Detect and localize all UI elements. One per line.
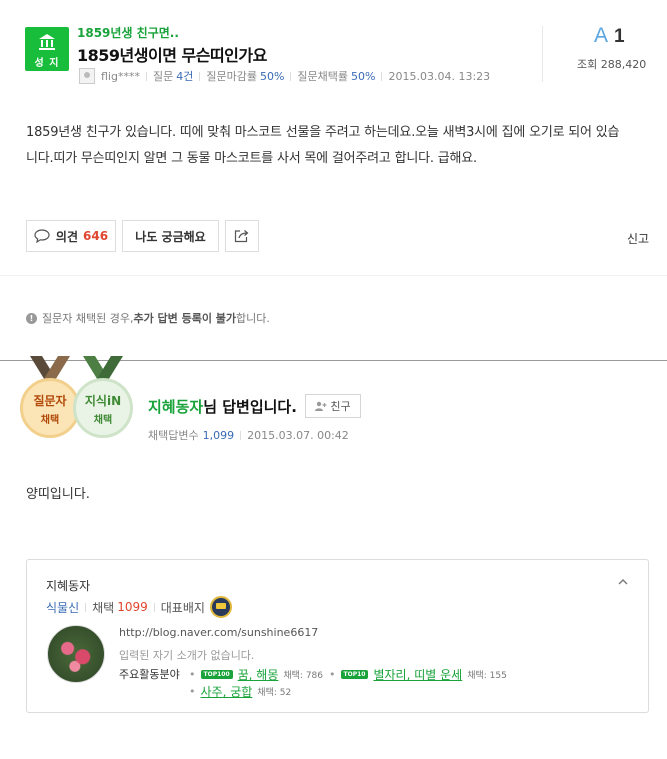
views-value: 288,420 [600,58,647,71]
adoption-notice: ! 질문자 채택된 경우, 추가 답변 등록이 불가 합니다. [26,310,270,326]
view-count: 조회 288,420 [577,56,646,72]
opinion-label: 의견 [55,229,79,244]
user-avatar-icon[interactable] [79,68,95,84]
rank-tag: TOP100 [200,670,233,679]
field-link[interactable]: 꿈, 해몽 [238,666,279,683]
speech-bubble-icon [34,229,50,243]
profile-name[interactable]: 지혜동자 [46,577,90,594]
field-score: 채택: 52 [257,688,292,698]
medal-top-text: 지식iN [84,394,122,408]
question-meta: flig**** 질문 4건 질문마감률 50% 질문채택률 50% 2015.… [79,68,490,84]
question-date: 2015.03.04. 13:23 [388,69,491,83]
profile-intro: 입력된 자기 소개가 없습니다. [119,649,255,662]
answer-title: 지혜동자님 답변입니다. [148,396,297,417]
answer-title-suffix: 님 답변입니다. [203,398,297,416]
medal-bottom-text: 채택 [40,415,60,426]
question-count-label: 질문 [152,70,174,83]
profile-adopt-count: 1099 [117,600,148,614]
report-link[interactable]: 신고 [627,230,649,247]
bullet: • [329,668,336,681]
add-friend-icon [315,401,327,411]
profile-adopt-label: 채택 [92,600,115,615]
share-button[interactable] [225,220,259,252]
field-link[interactable]: 별자리, 띠별 운세 [373,666,462,683]
me-too-curious-button[interactable]: 나도 궁금해요 [122,220,219,252]
badge-label: 대표배지 [160,600,205,615]
building-icon [39,34,55,50]
breadcrumb[interactable]: 1859년생 친구면.. [77,24,179,41]
adopt-count: 1,099 [202,428,235,442]
notice-text-pre: 질문자 채택된 경우, [42,312,134,325]
questioner-adopted-medal: 질문자 채택 [20,378,80,438]
divider [199,71,201,81]
category-icon[interactable]: 성 지 [25,27,69,71]
rank-tag: TOP10 [340,670,369,679]
question-title: 1859년생이면 무슨띠인가요 [77,46,267,65]
notice-text-bold: 추가 답변 등록이 불가 [133,312,237,325]
answer-date: 2015.03.07. 00:42 [247,428,349,442]
question-body: 1859년생 친구가 있습니다. 띠에 맞춰 마스코트 선물을 주려고 하는데요… [26,125,620,166]
activity-fields-label: 주요활동분야 [119,668,180,681]
divider [145,71,147,81]
activity-field: • TOP100 꿈, 해몽 채택: 786 [189,666,323,683]
adopt-rate: 50% [351,69,376,83]
divider [290,71,292,81]
divider [153,602,155,612]
friend-label: 친구 [330,400,351,413]
question-count: 4건 [176,70,194,83]
views-label: 조회 [577,58,598,71]
answer-count-badge: A 1 [594,24,625,48]
opinion-button[interactable]: 의견 646 [26,220,116,252]
bullet: • [189,668,196,681]
answer-letter: A [594,24,609,47]
author-name[interactable]: flig**** [101,70,140,83]
activity-field: • 사주, 궁합 채택: 52 [189,683,291,700]
category-label: 성 지 [34,58,60,69]
header-divider [542,26,543,82]
bullet: • [189,685,196,698]
opinion-count: 646 [83,229,109,243]
activity-field: • TOP10 별자리, 띠별 운세 채택: 155 [329,666,507,683]
medal-bottom-text: 채택 [93,415,113,426]
collapse-chevron-icon[interactable] [618,574,628,588]
medal-top-text: 질문자 [33,394,67,408]
answer-count: 1 [614,26,625,47]
info-icon: ! [26,312,37,324]
answerer-name[interactable]: 지혜동자 [148,398,203,416]
field-link[interactable]: 사주, 궁합 [201,683,253,700]
divider [85,602,87,612]
deadline-rate-label: 질문마감률 [206,70,257,83]
divider [240,430,242,440]
divider [381,71,383,81]
profile-avatar[interactable] [47,625,105,683]
adopt-rate-label: 질문채택률 [297,70,349,83]
answer-body: 양띠입니다. [26,487,90,502]
field-score: 채택: 155 [467,671,507,681]
answer-meta: 채택답변수 1,099 2015.03.07. 00:42 [148,427,349,443]
profile-level: 식물신 [46,600,80,615]
blog-url[interactable]: http://blog.naver.com/sunshine6617 [119,626,318,639]
adopt-count-label: 채택답변수 [148,429,199,442]
share-icon [234,230,249,243]
field-score: 채택: 786 [283,671,324,681]
notice-text-post: 합니다. [236,312,270,325]
profile-stats: 식물신 채택 1099 대표배지 [46,596,232,618]
deadline-rate: 50% [259,69,285,83]
section-divider [0,275,667,276]
add-friend-button[interactable]: 친구 [305,394,361,418]
kin-adopted-medal: 지식iN 채택 [73,378,133,438]
graduation-cap-badge-icon[interactable] [209,596,232,618]
